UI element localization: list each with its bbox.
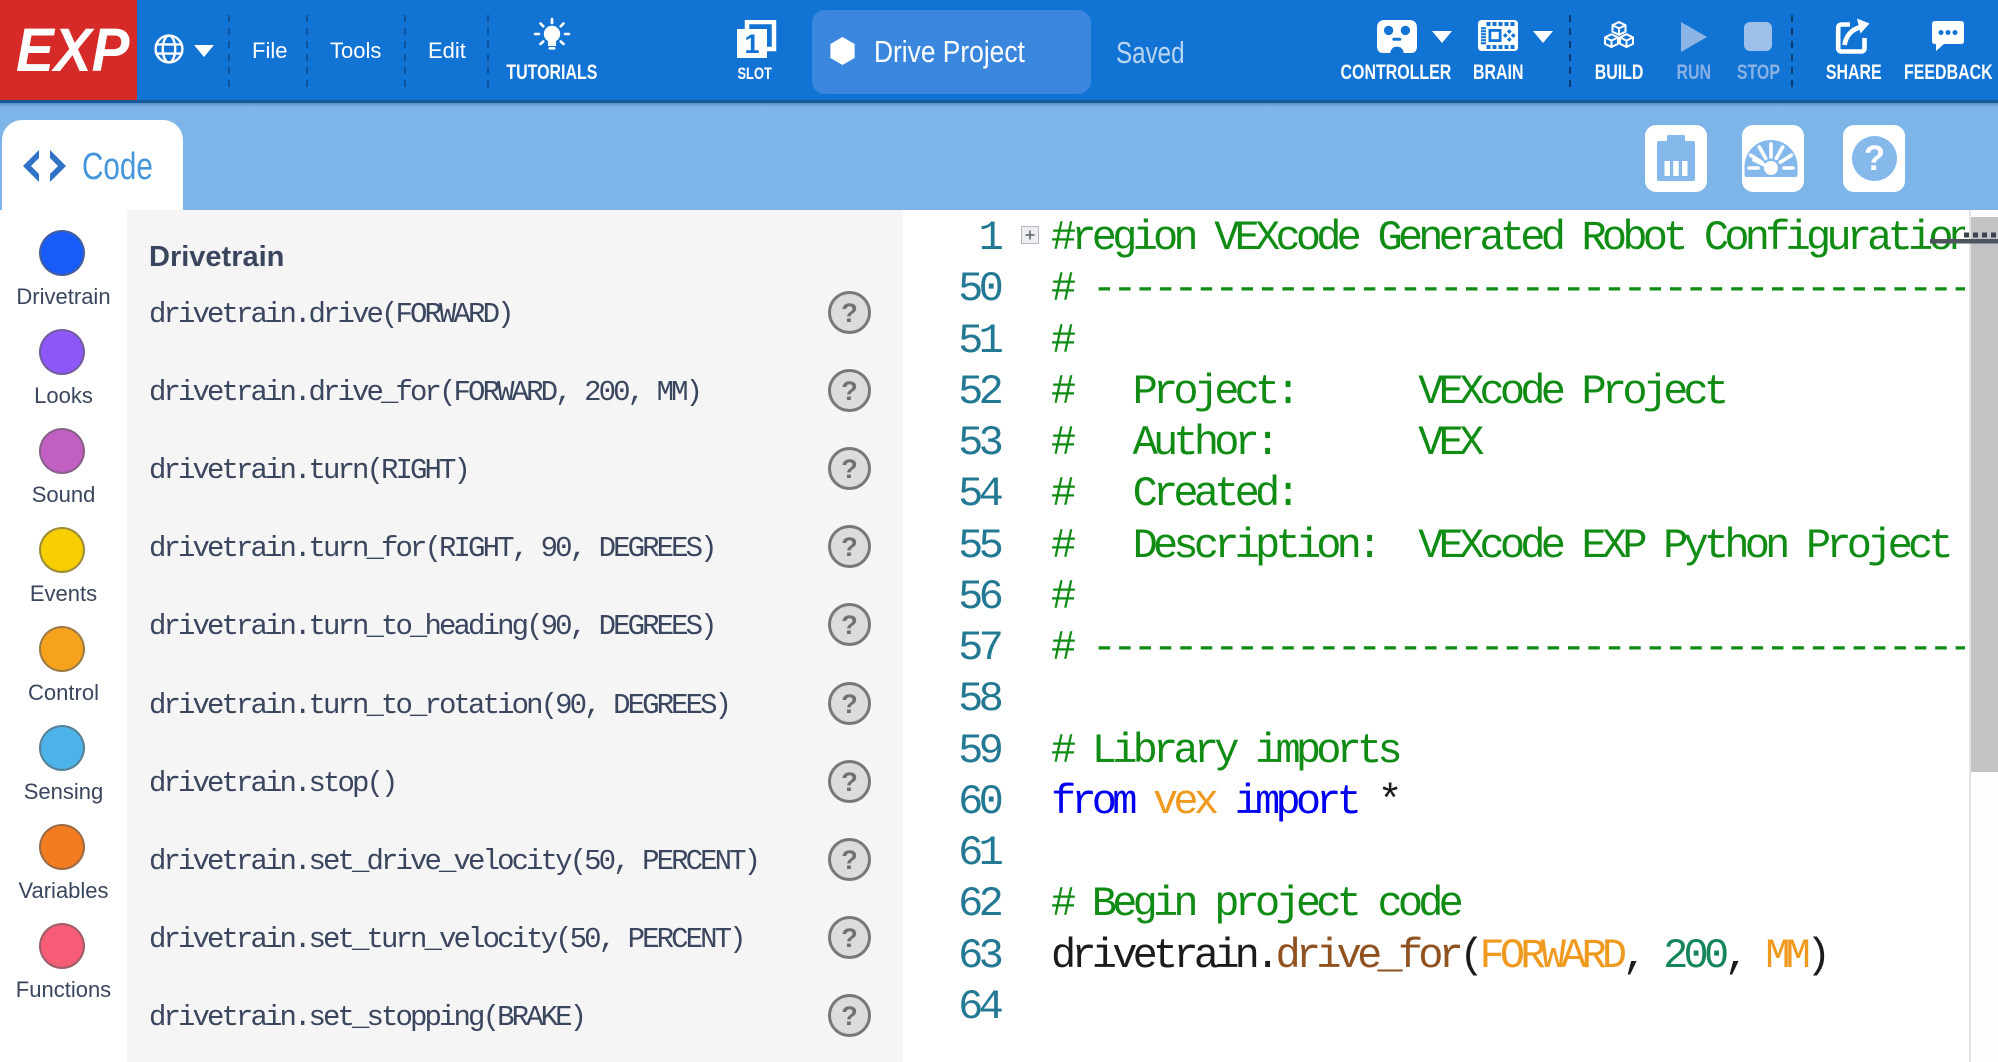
svg-text:1: 1 bbox=[744, 29, 759, 59]
